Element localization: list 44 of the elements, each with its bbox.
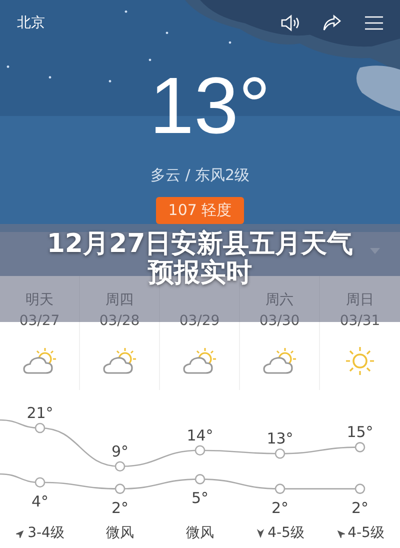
low-point — [34, 477, 46, 488]
wind-direction-icon — [256, 528, 265, 538]
low-point — [274, 484, 286, 494]
wind-label: 微风 — [106, 524, 134, 542]
speaker-icon[interactable] — [280, 14, 300, 32]
day-label: 周日 — [346, 291, 374, 310]
low-point — [194, 474, 206, 484]
wind-label: 4-5级 — [348, 524, 384, 542]
low-temperature: 2° — [271, 498, 289, 517]
partly-cloudy-icon — [102, 347, 136, 375]
share-icon[interactable] — [322, 14, 342, 32]
high-temperature: 21° — [26, 404, 54, 422]
wind-direction-icon — [336, 528, 345, 538]
wind-label: 微风 — [186, 524, 214, 542]
wind-label: 3-4级 — [28, 524, 64, 542]
wind-label: 4-5级 — [268, 524, 304, 542]
current-temperature: 13° — [150, 66, 270, 146]
high-point — [34, 422, 46, 434]
menu-icon[interactable] — [364, 15, 384, 31]
low-point — [354, 484, 366, 494]
high-point — [354, 442, 366, 452]
headline: 12月27日安新县五月天气预报实时 — [46, 230, 354, 288]
low-temperature: 2° — [351, 498, 369, 517]
low-point — [114, 484, 126, 494]
low-temperature: 4° — [31, 492, 49, 510]
partly-cloudy-icon — [182, 347, 216, 375]
low-temperature: 2° — [111, 498, 129, 517]
high-point — [274, 448, 286, 459]
partly-cloudy-icon — [262, 347, 296, 375]
weather-condition: 多云 / 东风2级 — [150, 166, 250, 185]
high-point — [194, 445, 206, 456]
partly-cloudy-icon — [22, 347, 56, 375]
wind-direction-icon — [16, 528, 25, 538]
day-label: 周四 — [106, 291, 134, 310]
high-temperature: 9° — [111, 442, 129, 460]
day-label: 明天 — [26, 291, 54, 310]
sun-icon — [345, 346, 375, 376]
high-temperature: 14° — [186, 426, 214, 444]
high-point — [114, 461, 126, 472]
day-label: 周六 — [266, 291, 294, 310]
city-name[interactable]: 北京 — [17, 14, 45, 32]
high-temperature: 15° — [346, 423, 374, 442]
low-temperature: 5° — [191, 489, 209, 508]
high-temperature: 13° — [266, 430, 294, 448]
